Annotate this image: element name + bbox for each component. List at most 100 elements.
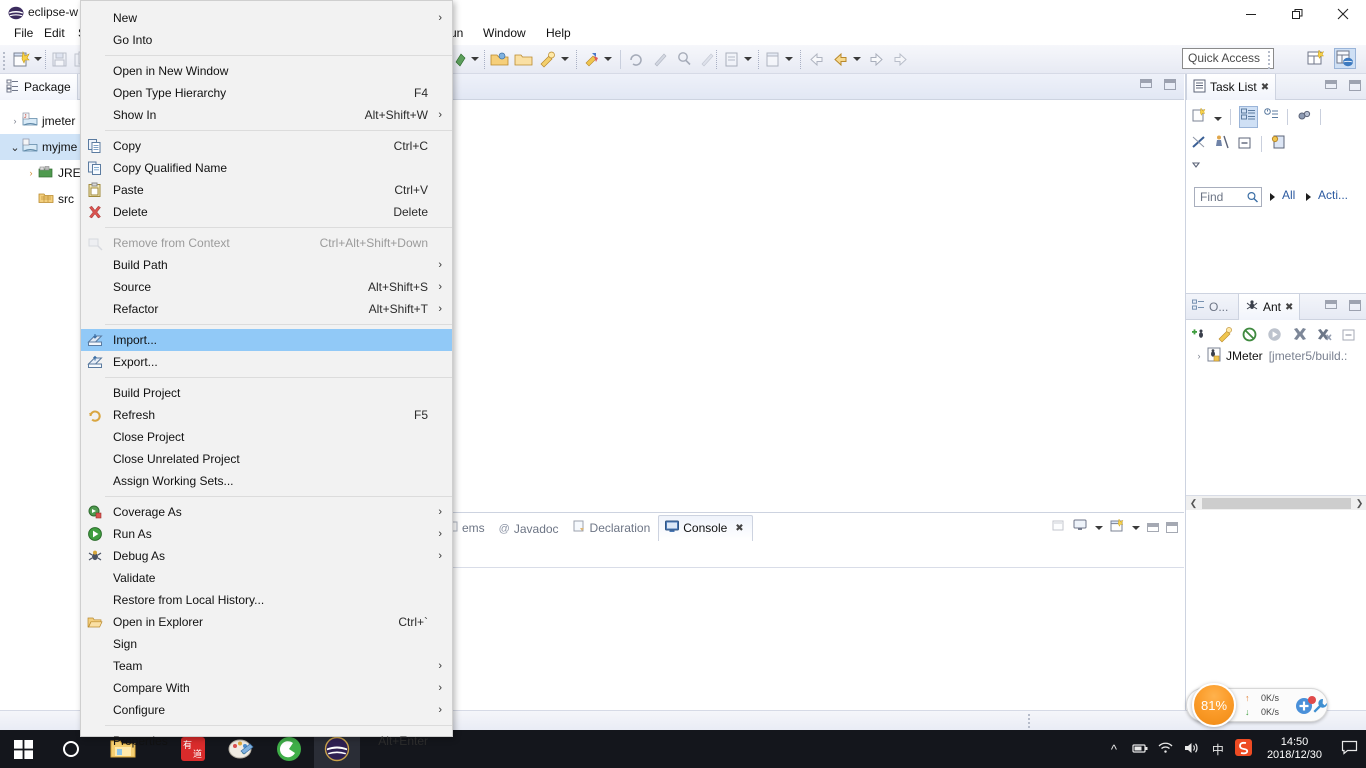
menu-item-configure[interactable]: Configure › — [81, 699, 452, 721]
expand-twisty-icon[interactable]: › — [24, 168, 38, 178]
print-dropdown-arrow[interactable] — [471, 57, 479, 61]
wifi-icon[interactable] — [1153, 741, 1179, 758]
tree-item-src[interactable]: src — [0, 186, 83, 212]
open-perspective-icon[interactable] — [1305, 48, 1327, 69]
new-task-icon[interactable] — [1191, 107, 1208, 127]
save-icon[interactable] — [50, 50, 69, 69]
menu-item-assign-working-sets[interactable]: Assign Working Sets... — [81, 470, 452, 492]
expand-twisty-icon[interactable]: › — [8, 116, 22, 126]
wrench-icon[interactable] — [1311, 697, 1329, 718]
synchronize-icon[interactable] — [1296, 108, 1312, 127]
menu-item-export[interactable]: Export... — [81, 351, 452, 373]
next2-icon[interactable] — [892, 50, 911, 69]
new-wizard-icon[interactable] — [12, 50, 31, 69]
menu-item-build-path[interactable]: Build Path › — [81, 254, 452, 276]
next-annotation-icon[interactable] — [698, 50, 717, 69]
activate-expand-triangle-icon[interactable] — [1306, 193, 1311, 201]
all-expand-triangle-icon[interactable] — [1270, 193, 1275, 201]
tab-console[interactable]: Console ✖ — [658, 515, 753, 541]
open-console-icon[interactable] — [1110, 518, 1125, 536]
remove-icon[interactable] — [1291, 326, 1308, 346]
collapse-all-icon[interactable] — [1341, 327, 1357, 346]
filter-tasks-icon[interactable] — [1214, 134, 1231, 154]
menu-item-source[interactable]: Source Alt+Shift+S › — [81, 276, 452, 298]
tree-item-myjmeter[interactable]: ⌄ myjme — [0, 134, 83, 160]
action-center-icon[interactable] — [1332, 740, 1366, 759]
maximize-icon[interactable] — [1349, 80, 1361, 91]
battery-icon[interactable] — [1127, 741, 1153, 758]
run-ant-icon[interactable] — [1216, 326, 1233, 346]
menu-item-go-into[interactable]: Go Into — [81, 29, 452, 51]
menu-item-copy-qualified-name[interactable]: Copy Qualified Name — [81, 157, 452, 179]
tab-task-list[interactable]: Task List ✖ — [1186, 74, 1277, 100]
menu-edit[interactable]: Edit — [38, 25, 71, 41]
new-task-dropdown-arrow[interactable] — [1214, 117, 1222, 121]
menu-item-team[interactable]: Team › — [81, 655, 452, 677]
tab-package-explorer[interactable]: Package — [0, 74, 78, 100]
menu-item-import[interactable]: Import... — [81, 329, 452, 351]
remove-all-icon[interactable] — [1241, 326, 1258, 346]
tab-ant[interactable]: Ant ✖ — [1238, 294, 1301, 320]
menu-help[interactable]: Help — [540, 25, 577, 41]
search-icon[interactable] — [675, 50, 694, 69]
focus-on-workweek-icon[interactable] — [1191, 134, 1208, 154]
menu-item-coverage-as[interactable]: Coverage As › — [81, 501, 452, 523]
back-nav-icon[interactable] — [806, 50, 825, 69]
ime-chinese-icon[interactable]: 中 — [1205, 741, 1231, 758]
maximize-icon[interactable] — [1349, 300, 1361, 311]
close-icon[interactable]: ✖ — [735, 523, 743, 534]
scroll-left-icon[interactable]: ❮ — [1186, 498, 1201, 509]
next-icon[interactable] — [868, 50, 887, 69]
tab-javadoc[interactable]: @ Javadoc — [493, 518, 567, 541]
new-class-dropdown-arrow[interactable] — [785, 57, 793, 61]
menu-item-build-project[interactable]: Build Project — [81, 382, 452, 404]
menu-item-paste[interactable]: Paste Ctrl+V — [81, 179, 452, 201]
cpu-usage-badge[interactable]: 81% — [1192, 683, 1236, 727]
minimize-icon[interactable] — [1325, 300, 1337, 309]
menu-window[interactable]: Window — [477, 25, 532, 41]
open-folder2-icon[interactable] — [514, 50, 533, 69]
menu-item-properties[interactable]: Properties Alt+Enter — [81, 730, 452, 752]
menu-item-close-unrelated-project[interactable]: Close Unrelated Project — [81, 448, 452, 470]
close-icon[interactable]: ✖ — [1285, 302, 1293, 313]
minimize-icon[interactable] — [1325, 80, 1337, 89]
external-tools-icon[interactable] — [538, 50, 557, 69]
maximize-icon[interactable] — [1166, 521, 1178, 533]
menu-item-delete[interactable]: Delete Delete — [81, 201, 452, 223]
tab-outline[interactable]: O... — [1186, 294, 1234, 320]
forward-nav-icon[interactable] — [830, 50, 849, 69]
categorized-view-icon[interactable] — [1239, 106, 1258, 128]
debug-dropdown-arrow[interactable] — [604, 57, 612, 61]
refresh-icon[interactable] — [627, 50, 646, 69]
menu-item-copy[interactable]: Copy Ctrl+C — [81, 135, 452, 157]
close-icon[interactable]: ✖ — [1261, 82, 1269, 93]
menu-item-debug-as[interactable]: Debug As › — [81, 545, 452, 567]
external-tools-dropdown-arrow[interactable] — [561, 57, 569, 61]
toolbar-grip[interactable] — [3, 52, 6, 70]
collapse-twisty-icon[interactable]: ⌄ — [8, 141, 22, 154]
open-console-dropdown-arrow[interactable] — [1132, 526, 1140, 530]
tab-declaration[interactable]: Declaration — [567, 516, 659, 541]
perspective-grip[interactable] — [1268, 51, 1271, 69]
windows-start-icon[interactable] — [0, 730, 46, 768]
open-folder-icon[interactable] — [490, 50, 509, 69]
menu-item-compare-with[interactable]: Compare With › — [81, 677, 452, 699]
menu-item-run-as[interactable]: Run As › — [81, 523, 452, 545]
scheduled-view-icon[interactable] — [1264, 108, 1279, 126]
display-selected-console-icon[interactable] — [1073, 518, 1088, 536]
ant-tree-item-jmeter[interactable]: › JMeter [jmeter5/build.: — [1192, 347, 1347, 365]
menu-item-sign[interactable]: Sign — [81, 633, 452, 655]
menu-item-close-project[interactable]: Close Project — [81, 426, 452, 448]
open-type-dropdown-arrow[interactable] — [744, 57, 752, 61]
show-hidden-icons-chevron[interactable]: ^ — [1101, 742, 1127, 757]
filter-activate-link[interactable]: Acti... — [1318, 188, 1348, 202]
menu-item-open-in-new-window[interactable]: Open in New Window — [81, 60, 452, 82]
sogou-input-icon[interactable] — [1231, 738, 1257, 760]
task-repositories-icon[interactable] — [1270, 134, 1287, 154]
menu-item-open-in-explorer[interactable]: Open in Explorer Ctrl+` — [81, 611, 452, 633]
menu-item-open-type-hierarchy[interactable]: Open Type Hierarchy F4 — [81, 82, 452, 104]
marker-icon[interactable] — [651, 50, 670, 69]
menu-item-restore-from-local-history[interactable]: Restore from Local History... — [81, 589, 452, 611]
open-type-icon[interactable] — [722, 50, 741, 69]
ant-horizontal-scrollbar[interactable]: ❮ ❯ — [1186, 495, 1366, 510]
